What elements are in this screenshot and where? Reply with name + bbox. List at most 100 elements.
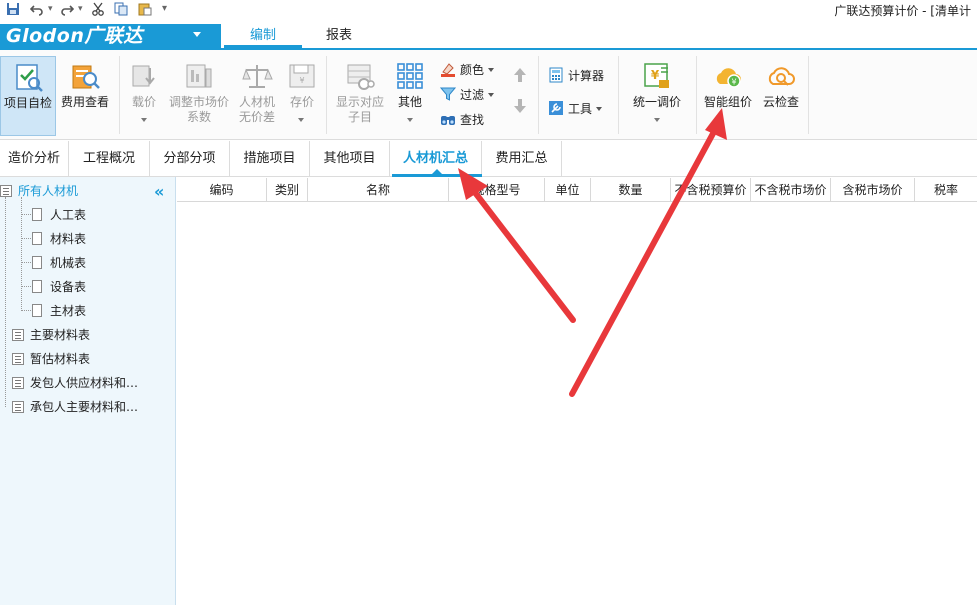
- column-header-spec[interactable]: 规格型号: [449, 178, 545, 202]
- column-header-unit[interactable]: 单位: [545, 178, 591, 202]
- tree-item-material[interactable]: 材料表: [32, 228, 86, 250]
- unified-adjust-label: 统一调价: [632, 95, 681, 109]
- book-icon: [12, 377, 24, 389]
- tree-item-major-materials[interactable]: 主要材料表: [12, 324, 90, 346]
- arrow-down-icon: [514, 99, 526, 113]
- tree-item-owner-supplied[interactable]: 发包人供应材料和…: [12, 372, 138, 394]
- tree-item-machinery[interactable]: 机械表: [32, 252, 86, 274]
- grid-body[interactable]: [177, 203, 977, 605]
- show-sub-item-icon: [344, 60, 376, 92]
- project-check-button[interactable]: 项目自检: [0, 56, 56, 136]
- cloud-check-icon: [765, 60, 797, 92]
- grid-header: 编码 类别 名称 规格型号 单位 数量 不含税预算价 不含税市场价 含税市场价 …: [177, 178, 977, 202]
- color-dropdown-icon: [488, 68, 495, 72]
- undo-icon[interactable]: [29, 2, 44, 16]
- filter-dropdown-icon: [488, 93, 495, 97]
- tree-item-label: 材料表: [50, 232, 87, 246]
- column-header-quantity[interactable]: 数量: [591, 178, 671, 202]
- column-header-tax-market-price[interactable]: 含税市场价: [831, 178, 915, 202]
- color-button[interactable]: 颜色: [440, 61, 495, 78]
- rcj-no-diff-label-2: 无价差: [238, 110, 275, 124]
- ribbon-tab-edit[interactable]: 编制: [224, 24, 302, 48]
- other-button[interactable]: 其他: [392, 56, 428, 136]
- show-sub-item-label-1: 显示对应: [335, 95, 384, 109]
- tab-sub-items[interactable]: 分部分项: [150, 141, 230, 177]
- find-button[interactable]: 查找: [440, 111, 484, 128]
- tab-project-overview[interactable]: 工程概况: [69, 141, 150, 177]
- tree-item-contractor-materials[interactable]: 承包人主要材料和…: [12, 396, 138, 418]
- page-icon: [32, 304, 42, 317]
- tree-item-main-material[interactable]: 主材表: [32, 300, 86, 322]
- adjust-market-label-2: 系数: [186, 110, 211, 124]
- adjust-market-coef-button[interactable]: 调整市场价 系数: [166, 56, 232, 136]
- find-label: 查找: [460, 113, 485, 127]
- tree-item-label: 发包人供应材料和…: [30, 376, 139, 390]
- load-price-dropdown-icon: [141, 118, 147, 122]
- redo-dropdown-icon[interactable]: ▾: [78, 2, 83, 16]
- calculator-label: 计算器: [568, 69, 605, 83]
- move-up-button[interactable]: [513, 67, 527, 86]
- load-price-icon: [128, 60, 160, 92]
- tab-measures[interactable]: 措施项目: [230, 141, 310, 177]
- copy-icon[interactable]: [114, 2, 128, 16]
- paste-icon[interactable]: [138, 2, 152, 16]
- ribbon-separator: [326, 56, 327, 134]
- collapse-panel-icon[interactable]: «: [154, 184, 164, 200]
- svg-text:¥: ¥: [651, 68, 660, 82]
- sub-tab-bar: 造价分析 工程概况 分部分项 措施项目 其他项目 人材机汇总 费用汇总: [0, 141, 977, 177]
- book-icon: [12, 353, 24, 365]
- save-price-button[interactable]: ¥ 存价: [282, 56, 322, 136]
- app-menu-button[interactable]: Glodon广联达: [0, 24, 221, 49]
- customize-icon[interactable]: ▾: [162, 2, 167, 16]
- adjust-market-icon: [183, 60, 215, 92]
- tools-button[interactable]: 工具: [548, 100, 603, 117]
- quick-access-toolbar: ▾ ▾ ▾ 广联达预算计价 - [清单计: [0, 0, 977, 20]
- smart-pricing-icon: ¥: [712, 60, 744, 92]
- column-header-category[interactable]: 类别: [267, 178, 308, 202]
- tree-item-labor[interactable]: 人工表: [32, 204, 86, 226]
- column-header-tax-rate[interactable]: 税率: [915, 178, 977, 202]
- tab-cost-analysis[interactable]: 造价分析: [0, 141, 69, 177]
- project-check-label: 项目自检: [3, 96, 52, 110]
- tree-item-label: 暂估材料表: [30, 352, 91, 366]
- redo-icon[interactable]: [60, 2, 75, 16]
- tab-cost-summary[interactable]: 费用汇总: [482, 141, 562, 177]
- ribbon-separator: [538, 56, 539, 134]
- load-price-button[interactable]: 载价: [124, 56, 164, 136]
- filter-icon: [439, 86, 457, 102]
- rcj-no-diff-button[interactable]: 人材机 无价差: [234, 56, 280, 136]
- undo-dropdown-icon[interactable]: ▾: [48, 2, 53, 16]
- cost-view-button[interactable]: 费用查看: [58, 56, 112, 136]
- tree-item-label: 所有人材机: [18, 184, 79, 198]
- cloud-check-button[interactable]: 云检查: [758, 56, 804, 136]
- window-title: 广联达预算计价 - [清单计: [834, 4, 971, 18]
- ribbon-tab-report[interactable]: 报表: [306, 24, 372, 48]
- show-sub-item-button[interactable]: 显示对应 子目: [331, 56, 389, 136]
- unified-adjust-icon: ¥: [641, 60, 673, 92]
- tools-icon: [548, 100, 564, 116]
- smart-pricing-button[interactable]: ¥ 智能组价: [700, 56, 756, 136]
- cut-icon[interactable]: [91, 2, 105, 16]
- column-header-market-price[interactable]: 不含税市场价: [751, 178, 831, 202]
- tree-item-provisional-materials[interactable]: 暂估材料表: [12, 348, 90, 370]
- save-icon[interactable]: [6, 2, 20, 16]
- tools-label: 工具: [568, 102, 593, 116]
- calculator-button[interactable]: 计算器: [548, 67, 604, 84]
- tree-connector: [5, 197, 6, 407]
- column-header-name[interactable]: 名称: [308, 178, 449, 202]
- column-header-budget-price[interactable]: 不含税预算价: [671, 178, 751, 202]
- scale-icon: [241, 60, 273, 92]
- tab-other-items[interactable]: 其他项目: [310, 141, 390, 177]
- tree-item-label: 承包人主要材料和…: [30, 400, 139, 414]
- filter-label: 过滤: [460, 88, 485, 102]
- column-header-code[interactable]: 编码: [177, 178, 267, 202]
- tree-item-equipment[interactable]: 设备表: [32, 276, 86, 298]
- filter-button[interactable]: 过滤: [439, 86, 495, 103]
- move-down-button[interactable]: [513, 98, 527, 117]
- color-icon: [440, 61, 456, 77]
- tree-connector: [21, 310, 31, 311]
- svg-text:¥: ¥: [299, 76, 304, 85]
- tree-item-all[interactable]: 所有人材机: [0, 180, 78, 202]
- save-price-icon: ¥: [286, 60, 318, 92]
- unified-adjust-button[interactable]: ¥ 统一调价: [626, 56, 688, 136]
